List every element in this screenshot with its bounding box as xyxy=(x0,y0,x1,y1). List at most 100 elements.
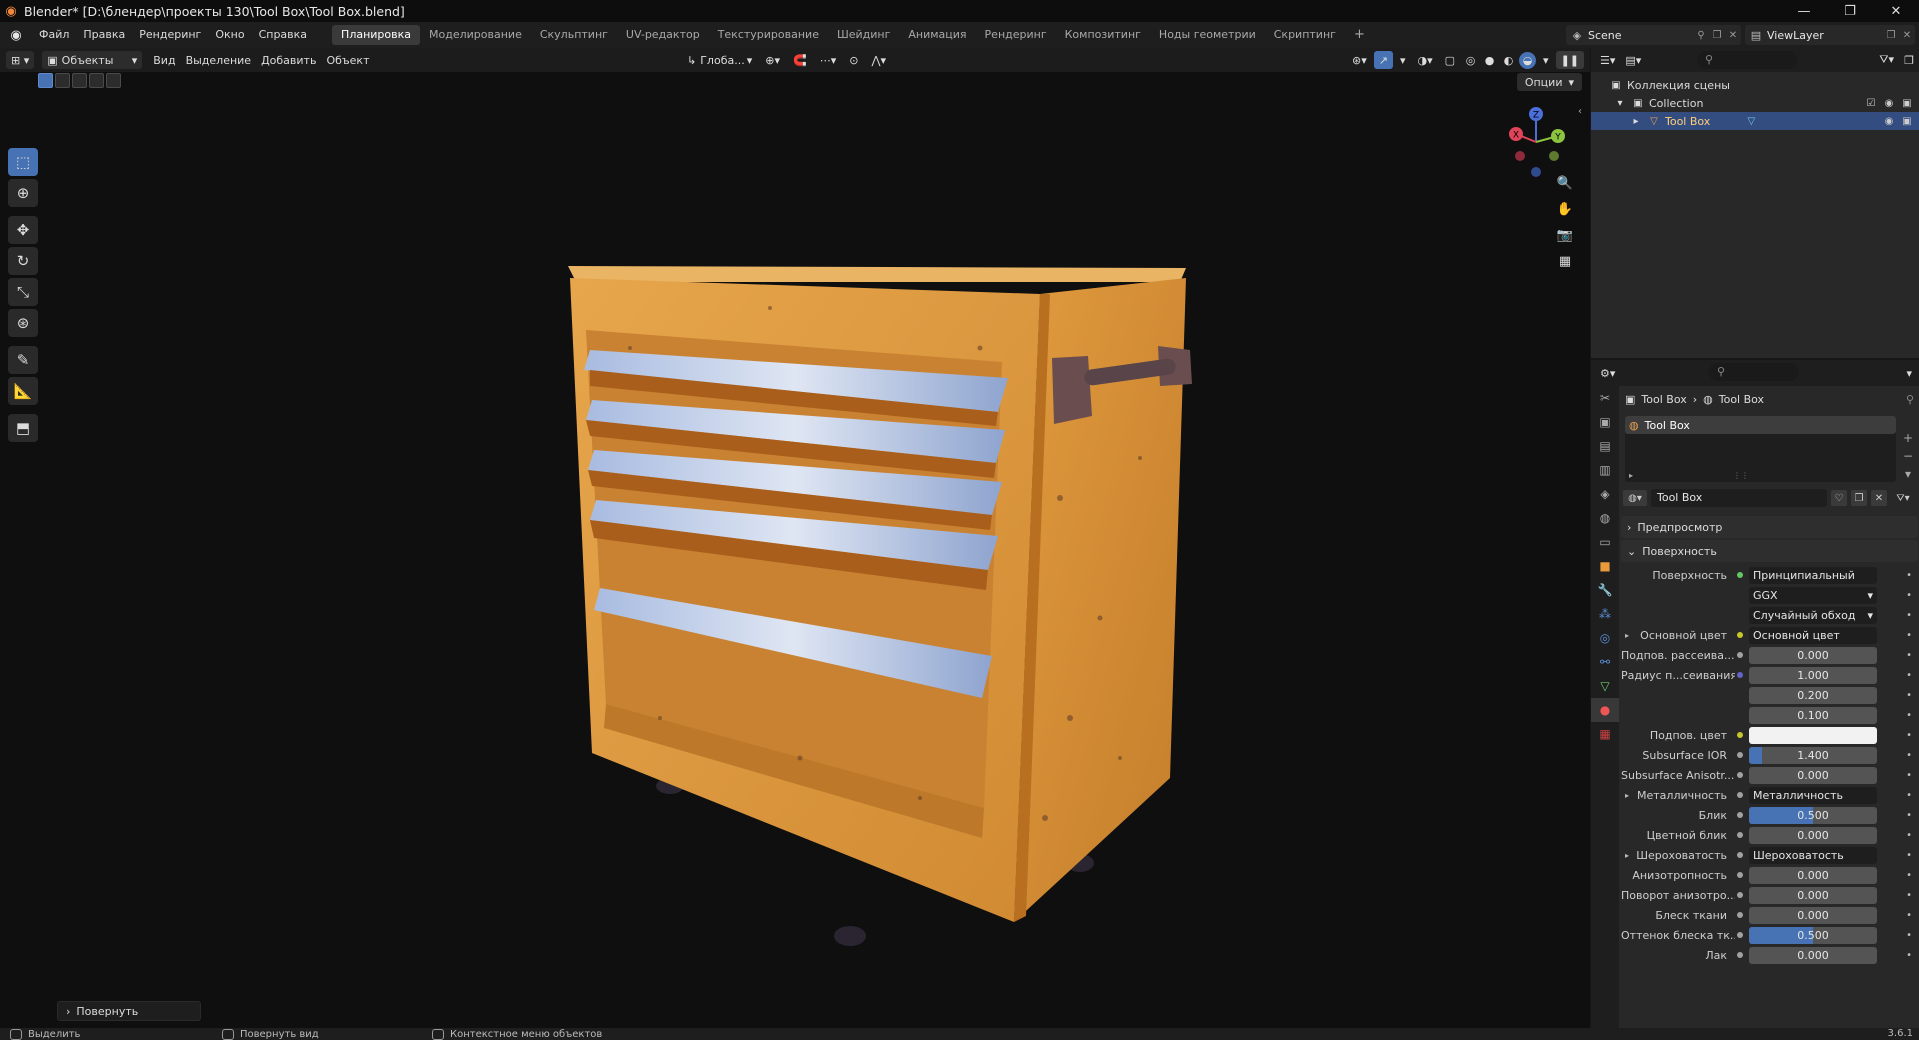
socket-icon[interactable] xyxy=(1735,910,1745,920)
keyframe-dot-icon[interactable]: • xyxy=(1906,950,1912,961)
outliner-object-row[interactable]: ▸ ▽ Tool Box ▽ ◉ ▣ xyxy=(1591,112,1919,130)
property-field[interactable]: 0.000 xyxy=(1749,946,1877,964)
shading-dropdown-icon[interactable]: ▾ xyxy=(1538,51,1554,69)
toolbox-3d-model[interactable] xyxy=(540,198,1260,978)
add-workspace-button[interactable]: + xyxy=(1345,25,1374,45)
tab-uv-editing[interactable]: UV-редактор xyxy=(617,25,709,45)
property-field[interactable]: 0.500 xyxy=(1749,806,1877,824)
outliner-collection[interactable]: ▾ ▣ Collection ☑ ◉ ▣ xyxy=(1591,94,1919,112)
tab-animation[interactable]: Анимация xyxy=(899,25,975,45)
tab-modeling[interactable]: Моделирование xyxy=(420,25,531,45)
socket-icon[interactable] xyxy=(1735,570,1745,580)
data-tab-icon[interactable]: ▽ xyxy=(1591,674,1619,698)
remove-slot-icon[interactable]: − xyxy=(1900,448,1916,464)
blender-menu-icon[interactable]: ◉ xyxy=(0,22,32,48)
new-collection-icon[interactable]: ❐ xyxy=(1899,51,1919,69)
property-field[interactable]: 0.000 xyxy=(1749,766,1877,784)
add-cube-icon[interactable]: ⬒ xyxy=(8,414,38,442)
keyframe-dot-icon[interactable]: • xyxy=(1906,610,1912,621)
properties-search-input[interactable]: ⚲ xyxy=(1709,363,1799,381)
scene-selector[interactable]: ◈ Scene ⚲ ❐ ✕ xyxy=(1566,25,1741,45)
rotate-icon[interactable]: ↻ xyxy=(8,247,38,275)
surface-panel-header[interactable]: ⌄ Поверхность xyxy=(1621,540,1918,562)
socket-icon[interactable] xyxy=(1735,950,1745,960)
wireframe-shading-icon[interactable]: ◎ xyxy=(1462,52,1479,69)
keyframe-dot-icon[interactable]: • xyxy=(1906,710,1912,721)
select-intersect-icon[interactable] xyxy=(106,73,121,88)
socket-icon[interactable] xyxy=(1735,810,1745,820)
texture-tab-icon[interactable]: ▦ xyxy=(1591,722,1619,746)
tool-tab-icon[interactable]: ✂ xyxy=(1591,386,1619,410)
checkbox-icon[interactable]: ☑ xyxy=(1865,97,1877,109)
property-field[interactable]: 0.000 xyxy=(1749,906,1877,924)
menu-edit[interactable]: Правка xyxy=(76,25,132,45)
unlink-material-icon[interactable]: ✕ xyxy=(1871,490,1887,506)
property-field[interactable]: 0.200 xyxy=(1749,686,1877,704)
tab-shading[interactable]: Шейдинг xyxy=(828,25,899,45)
view-layer-tab-icon[interactable]: ▥ xyxy=(1591,458,1619,482)
pin-icon[interactable]: ⚲ xyxy=(1906,393,1914,406)
browse-material-icon[interactable]: ◍▾ xyxy=(1623,490,1647,506)
maximize-button[interactable]: ❐ xyxy=(1827,0,1873,22)
gizmo-dropdown-icon[interactable]: ▾ xyxy=(1395,51,1411,69)
world-tab-icon[interactable]: ◍ xyxy=(1591,506,1619,530)
property-field[interactable]: 0.100 xyxy=(1749,706,1877,724)
tab-sculpting[interactable]: Скульптинг xyxy=(531,25,617,45)
socket-icon[interactable] xyxy=(1735,850,1745,860)
menu-object[interactable]: Объект xyxy=(321,51,374,69)
rendered-shading-icon[interactable]: ◒ xyxy=(1519,51,1537,69)
eye-icon[interactable]: ◉ xyxy=(1883,115,1895,127)
property-field[interactable]: 1.400 xyxy=(1749,746,1877,764)
property-field[interactable]: Металличность xyxy=(1749,786,1877,804)
move-icon[interactable]: ✥ xyxy=(8,216,38,244)
filter-icon[interactable]: ⛛▾ xyxy=(1874,51,1899,69)
cursor-icon[interactable]: ⊕ xyxy=(8,179,38,207)
options-dropdown[interactable]: Опции ▾ xyxy=(1516,73,1582,91)
socket-icon[interactable] xyxy=(1735,770,1745,780)
display-mode-button[interactable]: ▤▾ xyxy=(1620,51,1646,69)
color-swatch[interactable] xyxy=(1749,726,1877,744)
socket-icon[interactable] xyxy=(1735,650,1745,660)
keyframe-dot-icon[interactable]: • xyxy=(1906,630,1912,641)
menu-select[interactable]: Выделение xyxy=(181,51,257,69)
sidebar-toggle-icon[interactable]: ‹ xyxy=(1578,106,1582,117)
keyframe-dot-icon[interactable]: • xyxy=(1906,690,1912,701)
property-field[interactable]: 0.000 xyxy=(1749,826,1877,844)
keyframe-dot-icon[interactable]: • xyxy=(1906,850,1912,861)
socket-icon[interactable] xyxy=(1735,790,1745,800)
visibility-icon[interactable]: ⊛▾ xyxy=(1347,51,1372,69)
camera-icon[interactable]: 📷 xyxy=(1554,224,1576,246)
mode-select[interactable]: ▣ Объекты ▾ xyxy=(42,51,143,69)
keyframe-dot-icon[interactable]: • xyxy=(1906,910,1912,921)
falloff-icon[interactable]: ⋀▾ xyxy=(866,51,891,69)
tab-rendering[interactable]: Рендеринг xyxy=(976,25,1056,45)
select-box-icon[interactable]: ⬚ xyxy=(8,148,38,176)
menu-render[interactable]: Рендеринг xyxy=(132,25,208,45)
keyframe-dot-icon[interactable]: • xyxy=(1906,770,1912,781)
new-view-layer-icon[interactable]: ❐ xyxy=(1883,27,1899,43)
menu-view[interactable]: Вид xyxy=(148,51,180,69)
physics-tab-icon[interactable]: ◎ xyxy=(1591,626,1619,650)
expand-arrow-icon[interactable]: ▸ xyxy=(1625,631,1629,640)
filter-icon[interactable]: ⛛▾ xyxy=(1895,490,1911,506)
keyframe-dot-icon[interactable]: • xyxy=(1906,670,1912,681)
keyframe-dot-icon[interactable]: • xyxy=(1906,790,1912,801)
delete-view-layer-icon[interactable]: ✕ xyxy=(1899,27,1915,43)
socket-icon[interactable] xyxy=(1735,830,1745,840)
pause-render-icon[interactable]: ❚❚ xyxy=(1555,51,1584,69)
keyframe-dot-icon[interactable]: • xyxy=(1906,750,1912,761)
property-field[interactable]: 0.500 xyxy=(1749,926,1877,944)
gizmo-neg-y[interactable] xyxy=(1549,151,1559,161)
keyframe-dot-icon[interactable]: • xyxy=(1906,730,1912,741)
tab-geometry-nodes[interactable]: Ноды геометрии xyxy=(1150,25,1265,45)
property-field[interactable]: 1.000 xyxy=(1749,666,1877,684)
select-difference-icon[interactable] xyxy=(89,73,104,88)
disclosure-open-icon[interactable]: ▾ xyxy=(1613,96,1627,110)
orientation-select[interactable]: ↳ Глоба... ▾ xyxy=(682,51,757,69)
keyframe-dot-icon[interactable]: • xyxy=(1906,810,1912,821)
modifier-tab-icon[interactable]: 🔧 xyxy=(1591,578,1619,602)
resize-handle-icon[interactable]: ⋮⋮ xyxy=(1733,471,1749,480)
socket-icon[interactable] xyxy=(1735,670,1745,680)
outliner-search-input[interactable]: ⚲ xyxy=(1697,51,1797,69)
minimize-button[interactable]: — xyxy=(1781,0,1827,22)
